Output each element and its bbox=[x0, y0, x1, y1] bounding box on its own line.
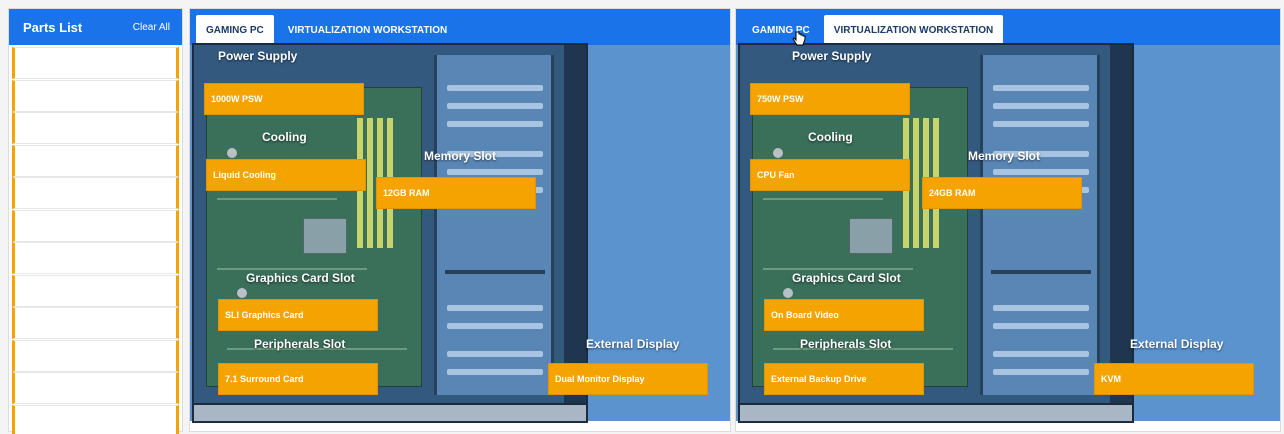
case-drop-area: Power Supply 750W PSW Cooling CPU Fan Me… bbox=[736, 43, 1280, 423]
power-supply-label: Power Supply bbox=[218, 49, 298, 63]
cooling-part[interactable]: CPU Fan bbox=[750, 159, 910, 191]
external-display-part[interactable]: Dual Monitor Display bbox=[548, 363, 708, 395]
drive-bay-image bbox=[980, 55, 1100, 395]
drive-bay-image bbox=[434, 55, 554, 395]
gaming-pc-panel: GAMING PC VIRTUALIZATION WORKSTATION Pow… bbox=[189, 8, 731, 432]
parts-list-slots bbox=[9, 45, 182, 434]
external-display-label: External Display bbox=[586, 337, 680, 351]
peripherals-slot-label: Peripherals Slot bbox=[800, 337, 892, 351]
build-tabs: GAMING PC VIRTUALIZATION WORKSTATION bbox=[190, 9, 730, 45]
cooling-label: Cooling bbox=[808, 130, 853, 144]
parts-list-slot[interactable] bbox=[12, 177, 179, 209]
case-drop-area: Power Supply 1000W PSW Cooling Liquid Co… bbox=[190, 43, 730, 423]
peripherals-part[interactable]: External Backup Drive bbox=[764, 363, 924, 395]
parts-list-slot[interactable] bbox=[12, 274, 179, 307]
hand-cursor-icon bbox=[792, 31, 806, 46]
virtualization-workstation-panel: GAMING PC VIRTUALIZATION WORKSTATION Pow… bbox=[735, 8, 1281, 432]
parts-list-slot[interactable] bbox=[12, 112, 179, 144]
memory-slot-label: Memory Slot bbox=[424, 149, 497, 163]
parts-list-slot[interactable] bbox=[12, 47, 179, 79]
power-supply-label: Power Supply bbox=[792, 49, 872, 63]
parts-list-slot[interactable] bbox=[12, 242, 179, 274]
peripherals-slot-label: Peripherals Slot bbox=[254, 337, 346, 351]
graphics-card-slot-label: Graphics Card Slot bbox=[246, 271, 355, 285]
parts-list-slot[interactable] bbox=[12, 404, 179, 434]
parts-list-title: Parts List bbox=[23, 19, 83, 35]
parts-list-slot[interactable] bbox=[12, 339, 179, 372]
graphics-card-slot-label: Graphics Card Slot bbox=[792, 271, 901, 285]
parts-list-slot[interactable] bbox=[12, 79, 179, 112]
graphics-card-part[interactable]: On Board Video bbox=[764, 299, 924, 331]
external-display-part[interactable]: KVM bbox=[1094, 363, 1254, 395]
tab-gaming-pc[interactable]: GAMING PC bbox=[742, 15, 820, 45]
tab-virtualization-workstation[interactable]: VIRTUALIZATION WORKSTATION bbox=[823, 15, 1004, 45]
peripherals-part[interactable]: 7.1 Surround Card bbox=[218, 363, 378, 395]
parts-list-panel: Parts List Clear All bbox=[8, 8, 183, 434]
memory-part[interactable]: 24GB RAM bbox=[922, 177, 1082, 209]
build-tabs: GAMING PC VIRTUALIZATION WORKSTATION bbox=[736, 9, 1280, 45]
graphics-card-part[interactable]: SLI Graphics Card bbox=[218, 299, 378, 331]
parts-list-slot[interactable] bbox=[12, 372, 179, 404]
memory-part[interactable]: 12GB RAM bbox=[376, 177, 536, 209]
power-supply-part[interactable]: 750W PSW bbox=[750, 83, 910, 115]
power-supply-part[interactable]: 1000W PSW bbox=[204, 83, 364, 115]
memory-slot-label: Memory Slot bbox=[968, 149, 1041, 163]
tab-gaming-pc[interactable]: GAMING PC bbox=[196, 15, 274, 45]
external-display-label: External Display bbox=[1130, 337, 1224, 351]
parts-list-slot[interactable] bbox=[12, 209, 179, 242]
tab-virtualization-workstation[interactable]: VIRTUALIZATION WORKSTATION bbox=[278, 15, 457, 45]
parts-list-slot[interactable] bbox=[12, 307, 179, 339]
cooling-part[interactable]: Liquid Cooling bbox=[206, 159, 366, 191]
clear-all-button[interactable]: Clear All bbox=[133, 22, 170, 33]
parts-list-slot[interactable] bbox=[12, 144, 179, 177]
cooling-label: Cooling bbox=[262, 130, 307, 144]
parts-list-header: Parts List Clear All bbox=[9, 9, 182, 45]
